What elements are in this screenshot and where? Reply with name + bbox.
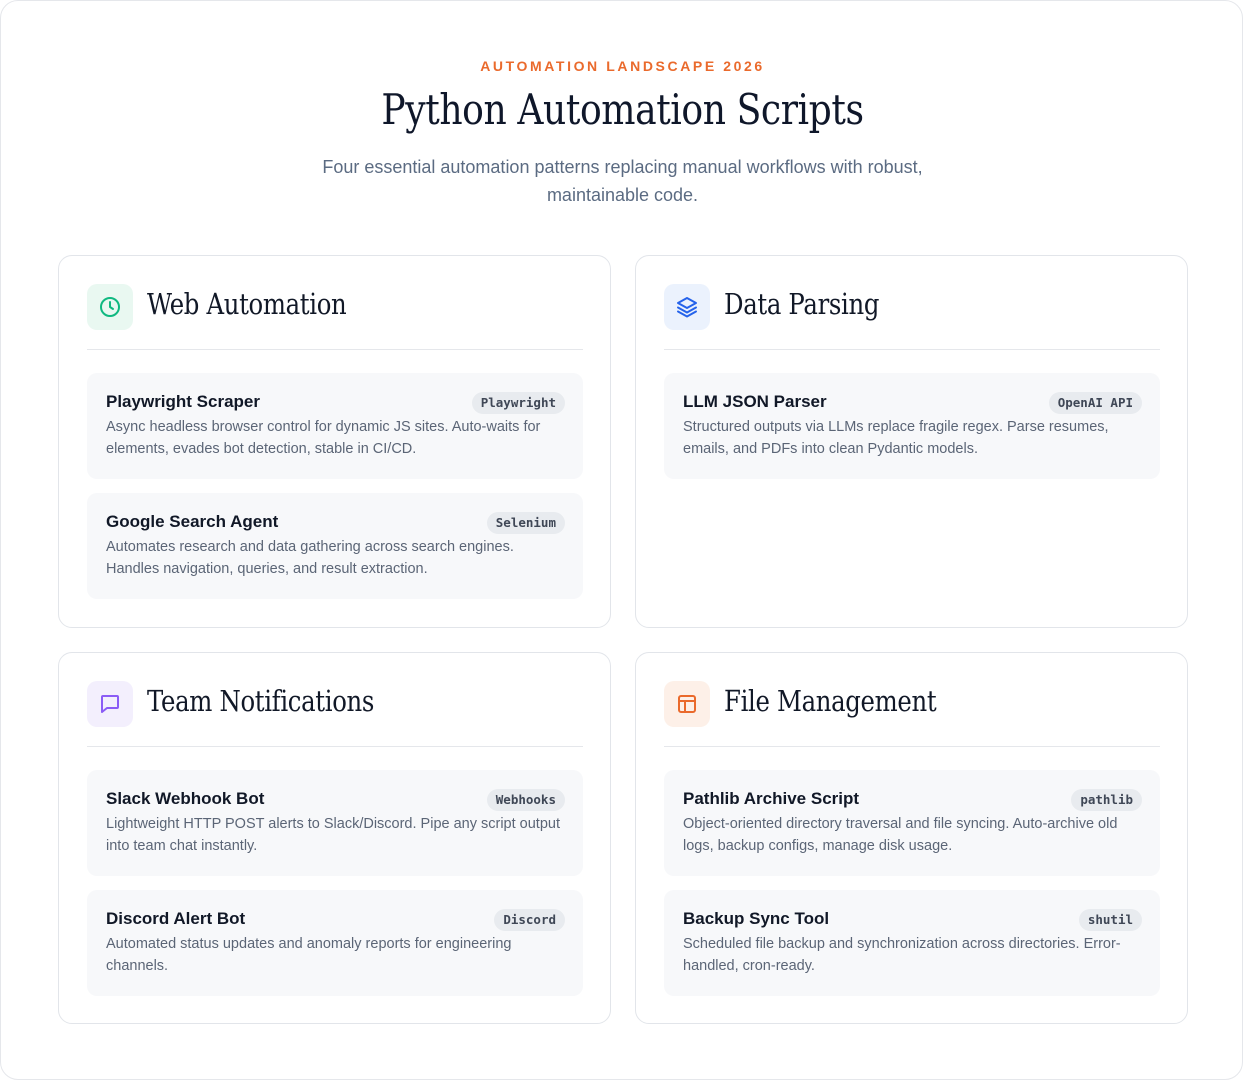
page-subtitle: Four essential automation patterns repla…	[322, 157, 923, 205]
item-description: Async headless browser control for dynam…	[106, 419, 541, 457]
card-data-parsing: Data Parsing LLM JSON Parser OpenAI API …	[635, 255, 1188, 628]
list-item-discord-alert-bot[interactable]: Discord Alert Bot Discord Automated stat…	[87, 890, 583, 996]
item-tag: shutil	[1078, 909, 1142, 931]
item-title: Playwright Scraper	[106, 392, 261, 411]
card-title: File Management	[724, 684, 937, 718]
item-tag: Webhooks	[486, 789, 565, 811]
item-description: Object-oriented directory traversal and …	[683, 816, 1118, 854]
message-icon	[87, 681, 133, 727]
item-title: Backup Sync Tool	[683, 909, 830, 928]
item-description: Structured outputs via LLMs replace frag…	[683, 419, 1109, 457]
card-web-automation: Web Automation Playwright Scraper Playwr…	[58, 255, 611, 628]
item-tag: Playwright	[471, 392, 565, 414]
card-title: Data Parsing	[724, 287, 880, 321]
list-item-llm-json-parser[interactable]: LLM JSON Parser OpenAI API Structured ou…	[664, 373, 1160, 479]
card-header: Team Notifications	[87, 681, 583, 747]
card-title: Team Notifications	[147, 684, 375, 718]
card-title: Web Automation	[147, 287, 347, 321]
layout-icon	[664, 681, 710, 727]
item-tag: OpenAI API	[1048, 392, 1142, 414]
card-file-management: File Management Pathlib Archive Script p…	[635, 652, 1188, 1024]
item-title: Discord Alert Bot	[106, 909, 246, 928]
list-item-pathlib-archive-script[interactable]: Pathlib Archive Script pathlib Object-or…	[664, 770, 1160, 876]
item-description: Lightweight HTTP POST alerts to Slack/Di…	[106, 816, 560, 854]
item-title: LLM JSON Parser	[683, 392, 827, 411]
card-header: Data Parsing	[664, 284, 1160, 350]
eyebrow-label: AUTOMATION LANDSCAPE 2026	[480, 58, 765, 74]
list-item-playwright-scraper[interactable]: Playwright Scraper Playwright Async head…	[87, 373, 583, 479]
card-header: Web Automation	[87, 284, 583, 350]
list-item-slack-webhook-bot[interactable]: Slack Webhook Bot Webhooks Lightweight H…	[87, 770, 583, 876]
item-description: Scheduled file backup and synchronizatio…	[683, 936, 1121, 974]
list-item-google-search-agent[interactable]: Google Search Agent Selenium Automates r…	[87, 493, 583, 599]
list-item-backup-sync-tool[interactable]: Backup Sync Tool shutil Scheduled file b…	[664, 890, 1160, 996]
item-title: Google Search Agent	[106, 512, 279, 531]
clock-icon	[87, 284, 133, 330]
item-description: Automated status updates and anomaly rep…	[106, 936, 512, 974]
page-title: Python Automation Scripts	[381, 85, 864, 134]
card-team-notifications: Team Notifications Slack Webhook Bot Web…	[58, 652, 611, 1024]
item-tag: Discord	[494, 909, 565, 931]
item-tag: Selenium	[486, 512, 565, 534]
page-frame: AUTOMATION LANDSCAPE 2026 Python Automat…	[0, 0, 1243, 1080]
item-tag: pathlib	[1071, 789, 1142, 811]
card-header: File Management	[664, 681, 1160, 747]
item-description: Automates research and data gathering ac…	[106, 539, 514, 577]
item-title: Pathlib Archive Script	[683, 789, 860, 808]
layers-icon	[664, 284, 710, 330]
item-title: Slack Webhook Bot	[106, 789, 265, 808]
